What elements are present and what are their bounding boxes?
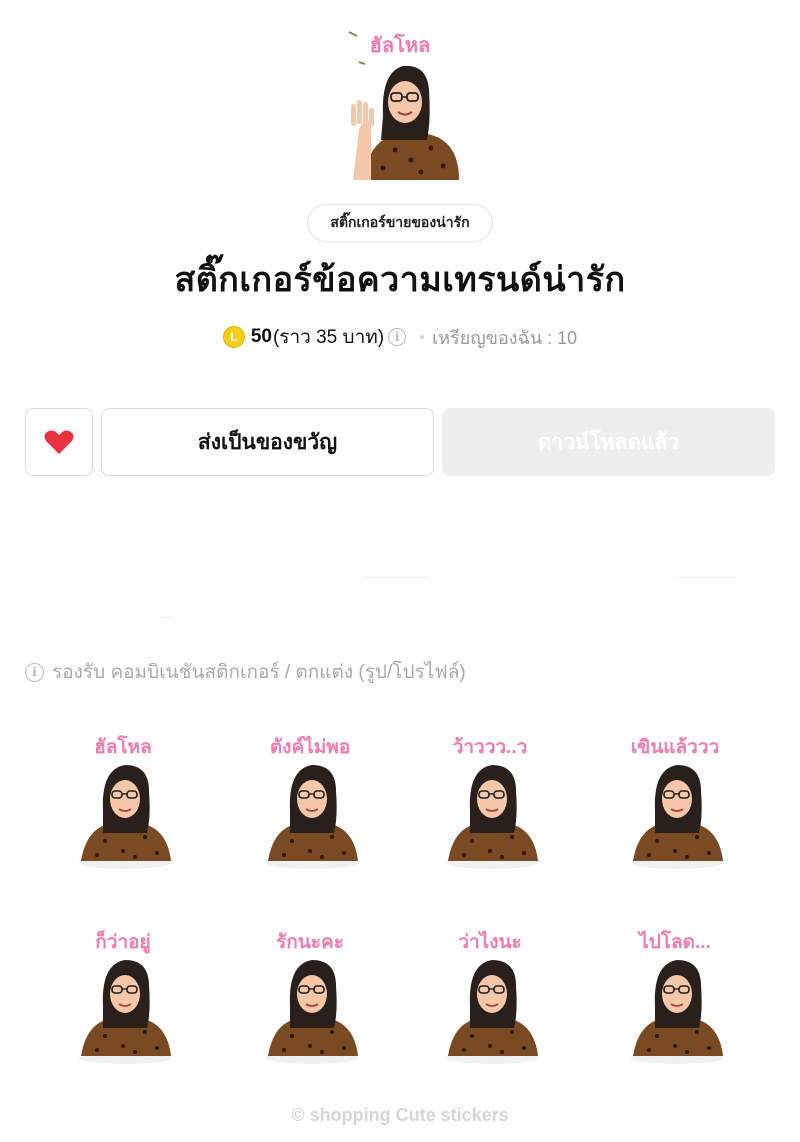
- sticker-title: สติ๊กเกอร์ข้อความเทรนด์น่ารัก: [174, 261, 626, 299]
- price-row: L 50 (ราว 35 บาท) i เหรียญของฉัน : 10: [0, 322, 800, 352]
- divider-line: [676, 577, 736, 578]
- sticker-item[interactable]: ไปโลด...: [605, 920, 745, 1070]
- sticker-caption: ก็ว่าอยู่: [95, 929, 150, 954]
- sticker-item[interactable]: เขินแล้ววว: [605, 725, 745, 875]
- send-as-gift-button[interactable]: ส่งเป็นของขวัญ: [101, 408, 434, 476]
- sticker-caption: ว่าไงนะ: [458, 930, 521, 953]
- support-note: i รองรับ คอมบิเนชันสติกเกอร์ / ตกแต่ง (ร…: [25, 660, 466, 684]
- price-info-icon[interactable]: i: [388, 328, 407, 346]
- girl-sticker-icon: ว่าไงนะ: [446, 929, 538, 1064]
- main-sticker-preview[interactable]: ฮัลโหล: [335, 20, 465, 180]
- sticker-item[interactable]: รักนะคะ: [240, 920, 380, 1070]
- sticker-item[interactable]: ฮัลโหล: [53, 725, 193, 875]
- divider-line: [362, 577, 430, 578]
- girl-sticker-icon: ฮัลโหล: [79, 734, 171, 869]
- support-text: รองรับ คอมบิเนชันสติกเกอร์ / ตกแต่ง (รูป…: [52, 662, 466, 683]
- sticker-item[interactable]: ว้าววว..ว: [420, 725, 560, 875]
- sticker-item[interactable]: ก็ว่าอยู่: [53, 920, 193, 1070]
- sticker-item[interactable]: ว่าไงนะ: [420, 920, 560, 1070]
- copyright-footer[interactable]: © shopping Cute stickers: [0, 1105, 800, 1126]
- girl-sticker-icon: เขินแล้ววว: [629, 735, 723, 869]
- category-tag[interactable]: สติ๊กเกอร์ขายของน่ารัก: [307, 204, 493, 242]
- girl-sticker-icon: รักนะคะ: [266, 931, 358, 1064]
- downloaded-button[interactable]: ดาวน์โหลดแล้ว: [442, 408, 775, 476]
- favorite-button[interactable]: [25, 408, 93, 476]
- sticker-caption: ว้าววว..ว: [453, 736, 528, 758]
- price-coins: 50: [250, 326, 272, 347]
- sticker-caption: รักนะคะ: [276, 932, 344, 953]
- separator-dot: [420, 335, 425, 339]
- sticker-item[interactable]: ตังค์ไม่พอ: [240, 725, 380, 875]
- my-coins-balance: เหรียญของฉัน : 10: [432, 327, 578, 348]
- price-approx-baht: (ราว 35 บาท): [272, 327, 385, 348]
- info-icon: i: [25, 662, 44, 682]
- waving-girl-sticker-icon: ฮัลโหล: [348, 31, 463, 180]
- line-coin-icon: L: [222, 326, 245, 348]
- sticker-caption: ไปโลด...: [637, 930, 711, 953]
- sticker-caption: เขินแล้ววว: [631, 736, 719, 758]
- girl-sticker-icon: ไปโลด...: [631, 929, 723, 1064]
- heart-icon: [44, 430, 74, 454]
- sticker-caption: ฮัลโหล: [94, 735, 152, 758]
- girl-sticker-icon: ตังค์ไม่พอ: [266, 734, 358, 869]
- girl-sticker-icon: ก็ว่าอยู่: [79, 928, 171, 1064]
- girl-sticker-icon: ว้าววว..ว: [446, 735, 538, 869]
- divider-line: [160, 617, 174, 618]
- sticker-caption: ตังค์ไม่พอ: [270, 735, 350, 758]
- hero-caption: ฮัลโหล: [370, 33, 431, 57]
